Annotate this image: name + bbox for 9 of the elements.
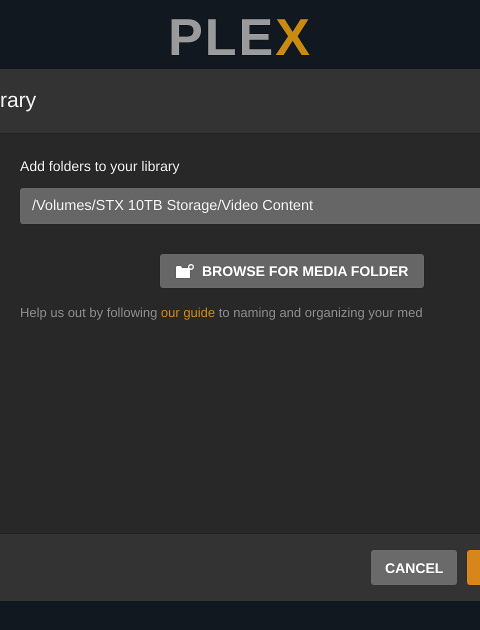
section-label: Add folders to your library [20, 158, 181, 174]
folder-add-icon [176, 264, 194, 278]
browse-button[interactable]: BROWSE FOR MEDIA FOLDER [160, 254, 424, 288]
help-text: Help us out by following our guide to naming and organizing your med [20, 305, 424, 320]
cancel-button[interactable]: CANCEL [371, 550, 458, 585]
logo: PLEX [168, 12, 312, 69]
guide-link[interactable]: our guide [160, 305, 216, 320]
dialog-title: rary [0, 89, 36, 113]
folder-path-field[interactable]: /Volumes/STX 10TB Storage/Video Content [20, 188, 480, 224]
